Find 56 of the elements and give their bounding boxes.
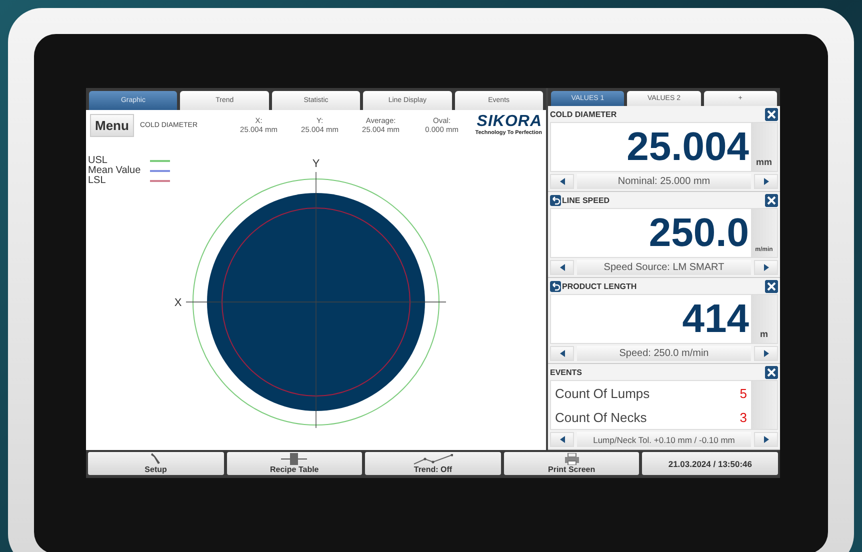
printer-icon <box>564 453 580 465</box>
right-triangle-icon <box>764 264 768 271</box>
right-arrow-button[interactable] <box>754 260 778 275</box>
right-arrow-button[interactable] <box>754 432 778 447</box>
legend-label: Mean Value <box>88 166 142 176</box>
event-count: 5 <box>740 386 747 400</box>
close-icon[interactable] <box>765 280 778 292</box>
left-arrow-button[interactable] <box>550 346 574 361</box>
table-icon <box>281 453 308 465</box>
right-arrow-button[interactable] <box>754 346 778 361</box>
right-triangle-icon <box>764 178 768 185</box>
measurement-value: 25.004 <box>626 124 750 170</box>
logo-text: SIKORA <box>476 114 542 130</box>
card-title: LINE SPEED <box>562 196 611 204</box>
left-arrow-button[interactable] <box>550 260 574 275</box>
return-arrow-icon[interactable] <box>550 194 561 206</box>
left-arrow-button[interactable] <box>550 432 574 447</box>
wrench-icon <box>148 452 163 465</box>
unit-label: mm <box>751 123 777 171</box>
menu-button[interactable]: Menu <box>90 114 134 136</box>
measurement-value: 414 <box>681 296 750 342</box>
close-icon[interactable] <box>765 194 778 206</box>
toolbar-button[interactable]: Trend: Off <box>365 452 501 475</box>
line-graph-icon <box>412 454 453 465</box>
card-footer-text: Lump/Neck Tol. +0.10 mm / -0.10 mm <box>577 432 751 447</box>
toolbar-button[interactable]: Recipe Table <box>226 452 362 475</box>
unit-label: m <box>751 295 777 343</box>
scroll-column <box>751 381 777 429</box>
return-arrow-icon[interactable] <box>550 280 561 292</box>
right-arrow-button[interactable] <box>754 174 778 189</box>
y-axis-label: Y <box>312 158 320 170</box>
left-triangle-icon <box>560 264 564 271</box>
card-title: PRODUCT LENGTH <box>562 282 638 290</box>
event-label: Count Of Lumps <box>555 386 650 400</box>
event-label: Count Of Necks <box>555 410 647 424</box>
card-footer-text: Speed Source: LM SMART <box>577 260 751 275</box>
card-title: EVENTS <box>550 368 584 376</box>
card-footer-text: Speed: 250.0 m/min <box>577 346 751 361</box>
measurement-value: 250.0 <box>648 210 750 256</box>
left-triangle-icon <box>560 178 564 185</box>
legend-label: LSL <box>88 176 107 186</box>
close-icon[interactable] <box>765 108 778 120</box>
left-triangle-icon <box>560 350 564 357</box>
date-time: 21.03.2024 / 13:50:46 <box>642 452 778 475</box>
legend-label: USL <box>88 156 108 166</box>
card-title: COLD DIAMETER <box>550 110 618 118</box>
event-count: 3 <box>740 410 747 424</box>
right-triangle-icon <box>764 436 768 443</box>
toolbar-button[interactable]: Setup <box>88 452 224 475</box>
left-triangle-icon <box>560 436 564 443</box>
card-footer-text: Nominal: 25.000 mm <box>577 174 751 189</box>
right-triangle-icon <box>764 350 768 357</box>
close-icon[interactable] <box>765 366 778 378</box>
left-arrow-button[interactable] <box>550 174 574 189</box>
toolbar-button[interactable]: Print Screen <box>504 452 640 475</box>
x-axis-label: X <box>174 297 182 309</box>
